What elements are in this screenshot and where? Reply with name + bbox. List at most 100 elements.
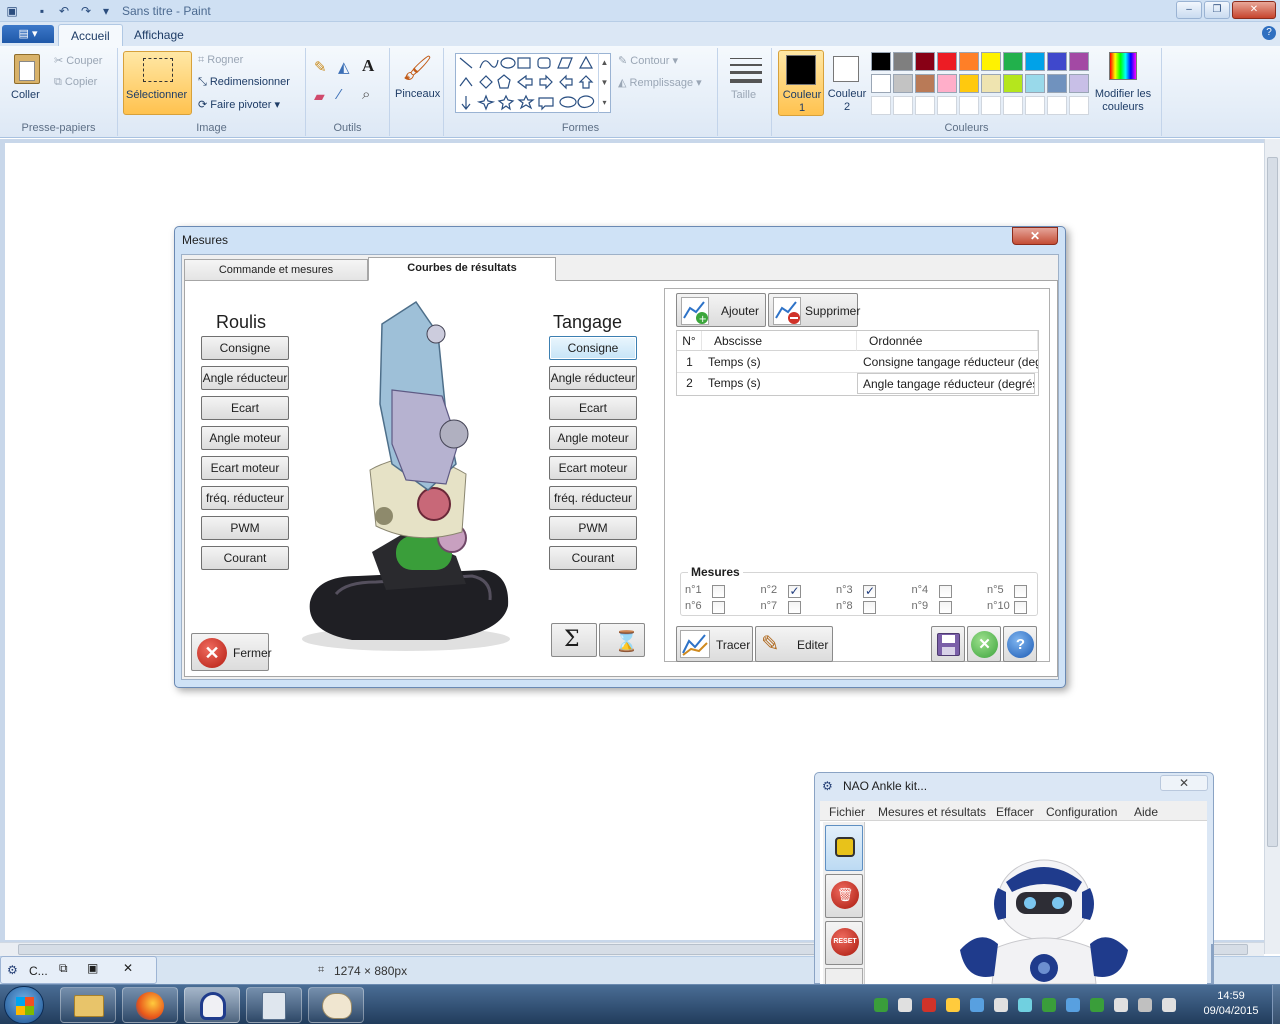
outline-button[interactable]: ✎ Contour ▾ bbox=[618, 54, 678, 67]
table-row-2-ordonnee[interactable]: Angle tangage réducteur (degrés) bbox=[857, 373, 1035, 394]
undo-icon[interactable]: ↶ bbox=[56, 3, 72, 19]
taskbar-nao[interactable] bbox=[184, 987, 240, 1023]
color1-button[interactable]: Couleur 1 bbox=[778, 50, 824, 116]
tab-commande-mesures[interactable]: Commande et mesures bbox=[184, 259, 368, 281]
tangage-button-1[interactable]: Consigne bbox=[549, 336, 637, 360]
table-row-2-n[interactable]: 2 bbox=[677, 373, 702, 394]
tab-courbes-resultats[interactable]: Courbes de résultats bbox=[368, 257, 556, 281]
tangage-button-6[interactable]: fréq. réducteur bbox=[549, 486, 637, 510]
menu-mesures-resultats[interactable]: Mesures et résultats bbox=[878, 805, 986, 819]
mesure-checkbox-10[interactable] bbox=[1014, 601, 1027, 614]
tab-accueil[interactable]: Accueil bbox=[58, 24, 123, 46]
table-row-2-abscisse[interactable]: Temps (s) bbox=[702, 373, 857, 394]
table-row-1-ordonnee[interactable]: Consigne tangage réducteur (degrés) bbox=[857, 352, 1038, 373]
mesure-checkbox-1[interactable] bbox=[712, 585, 725, 598]
palette-swatch[interactable] bbox=[871, 52, 891, 71]
palette-swatch[interactable] bbox=[915, 52, 935, 71]
palette-swatch[interactable] bbox=[1069, 74, 1089, 93]
text-icon[interactable]: A bbox=[362, 56, 382, 76]
roulis-button-2[interactable]: Angle réducteur bbox=[201, 366, 289, 390]
info-icon[interactable] bbox=[1090, 998, 1104, 1012]
palette-swatch[interactable] bbox=[937, 52, 957, 71]
vertical-scrollbar[interactable] bbox=[1264, 139, 1280, 954]
palette-swatch[interactable] bbox=[959, 74, 979, 93]
custom-color-slot[interactable] bbox=[871, 96, 891, 115]
help-dialog-button[interactable]: ? bbox=[1003, 626, 1037, 662]
monitor-icon[interactable] bbox=[994, 998, 1008, 1012]
shapes-gallery[interactable] bbox=[455, 53, 611, 113]
custom-color-slot[interactable] bbox=[1025, 96, 1045, 115]
col-header-ordonnee[interactable]: Ordonnée bbox=[857, 331, 1038, 351]
roulis-button-3[interactable]: Ecart bbox=[201, 396, 289, 420]
delete-tool-button[interactable]: 🗑 bbox=[825, 874, 863, 918]
mesure-checkbox-9[interactable] bbox=[938, 601, 952, 614]
mesure-checkbox-7[interactable] bbox=[787, 601, 801, 614]
roulis-button-8[interactable]: Courant bbox=[201, 546, 289, 570]
display-icon[interactable] bbox=[1018, 998, 1032, 1012]
chart-icon[interactable] bbox=[1042, 998, 1056, 1012]
fill-button[interactable]: ◭ Remplissage ▾ bbox=[618, 76, 702, 89]
taskbar-window-preview[interactable]: ⚙ C... ⧉ ▣ ✕ bbox=[0, 956, 157, 984]
maximize-button[interactable]: ❐ bbox=[1204, 1, 1230, 19]
pencil-icon[interactable]: ✎ bbox=[314, 58, 334, 78]
roulis-button-4[interactable]: Angle moteur bbox=[201, 426, 289, 450]
start-button[interactable] bbox=[4, 986, 44, 1024]
nao-tool-partial[interactable] bbox=[825, 968, 863, 984]
nao-close-button[interactable]: ✕ bbox=[1160, 775, 1208, 791]
custom-color-slot[interactable] bbox=[1003, 96, 1023, 115]
palette-swatch[interactable] bbox=[981, 52, 1001, 71]
palette-swatch[interactable] bbox=[893, 52, 913, 71]
minimize-button[interactable]: ‒ bbox=[1176, 1, 1202, 19]
ajouter-button[interactable]: + Ajouter bbox=[676, 293, 766, 327]
supprimer-button[interactable]: Supprimer bbox=[768, 293, 860, 327]
tangage-button-3[interactable]: Ecart bbox=[549, 396, 637, 420]
custom-color-slot[interactable] bbox=[1047, 96, 1067, 115]
palette-swatch[interactable] bbox=[871, 74, 891, 93]
preview-maximize-icon[interactable]: ▣ bbox=[87, 961, 98, 975]
file-menu-button[interactable]: ▤ ▾ bbox=[2, 25, 54, 43]
measure-tool-button[interactable] bbox=[825, 825, 863, 871]
wave-icon[interactable] bbox=[1066, 998, 1080, 1012]
signal-icon[interactable] bbox=[1138, 998, 1152, 1012]
magnifier-icon[interactable]: ⌕ bbox=[362, 86, 382, 106]
tangage-button-5[interactable]: Ecart moteur bbox=[549, 456, 637, 480]
network-icon[interactable] bbox=[898, 998, 912, 1012]
palette-swatch[interactable] bbox=[959, 52, 979, 71]
shield-icon[interactable] bbox=[874, 998, 888, 1012]
color-picker-icon[interactable]: ⁄ bbox=[338, 86, 358, 106]
palette-swatch[interactable] bbox=[1047, 74, 1067, 93]
color2-button[interactable]: Couleur 2 bbox=[825, 50, 869, 116]
edit-colors-button[interactable]: Modifier les couleurs bbox=[1090, 50, 1156, 116]
help-icon[interactable]: ? bbox=[1262, 26, 1276, 40]
mesure-checkbox-3[interactable] bbox=[863, 584, 876, 598]
roulis-button-1[interactable]: Consigne bbox=[201, 336, 289, 360]
cut-button[interactable]: ✂ Couper bbox=[54, 54, 102, 67]
menu-fichier[interactable]: Fichier bbox=[829, 805, 865, 819]
sum-button[interactable]: Σ bbox=[551, 623, 597, 657]
table-row-1-abscisse[interactable]: Temps (s) bbox=[702, 352, 857, 373]
col-header-abscisse[interactable]: Abscisse bbox=[702, 331, 857, 351]
editer-button[interactable]: ✎ Editer bbox=[755, 626, 833, 662]
acrobat-icon[interactable] bbox=[922, 998, 936, 1012]
preview-restore-icon[interactable]: ⧉ bbox=[59, 961, 68, 976]
mesure-checkbox-5[interactable] bbox=[1014, 585, 1027, 598]
preview-close-icon[interactable]: ✕ bbox=[123, 961, 133, 975]
palette-swatch[interactable] bbox=[1003, 52, 1023, 71]
save-icon[interactable]: ▪ bbox=[34, 3, 50, 19]
copy-button[interactable]: ⧉ Copier bbox=[54, 76, 97, 89]
tangage-button-2[interactable]: Angle réducteur bbox=[549, 366, 637, 390]
show-desktop-button[interactable] bbox=[1272, 985, 1280, 1024]
tangage-button-7[interactable]: PWM bbox=[549, 516, 637, 540]
tracer-button[interactable]: Tracer bbox=[676, 626, 753, 662]
mesure-checkbox-2[interactable] bbox=[787, 584, 801, 598]
menu-effacer[interactable]: Effacer bbox=[996, 805, 1034, 819]
taskbar-paint[interactable] bbox=[308, 987, 364, 1023]
taskbar-explorer[interactable] bbox=[60, 987, 116, 1023]
dialog-close-button[interactable]: ✕ bbox=[1012, 227, 1058, 245]
custom-color-slot[interactable] bbox=[915, 96, 935, 115]
vertical-scroll-thumb[interactable] bbox=[1267, 157, 1278, 847]
tangage-button-8[interactable]: Courant bbox=[549, 546, 637, 570]
palette-swatch[interactable] bbox=[937, 74, 957, 93]
custom-color-slot[interactable] bbox=[893, 96, 913, 115]
roulis-button-6[interactable]: fréq. réducteur bbox=[201, 486, 289, 510]
